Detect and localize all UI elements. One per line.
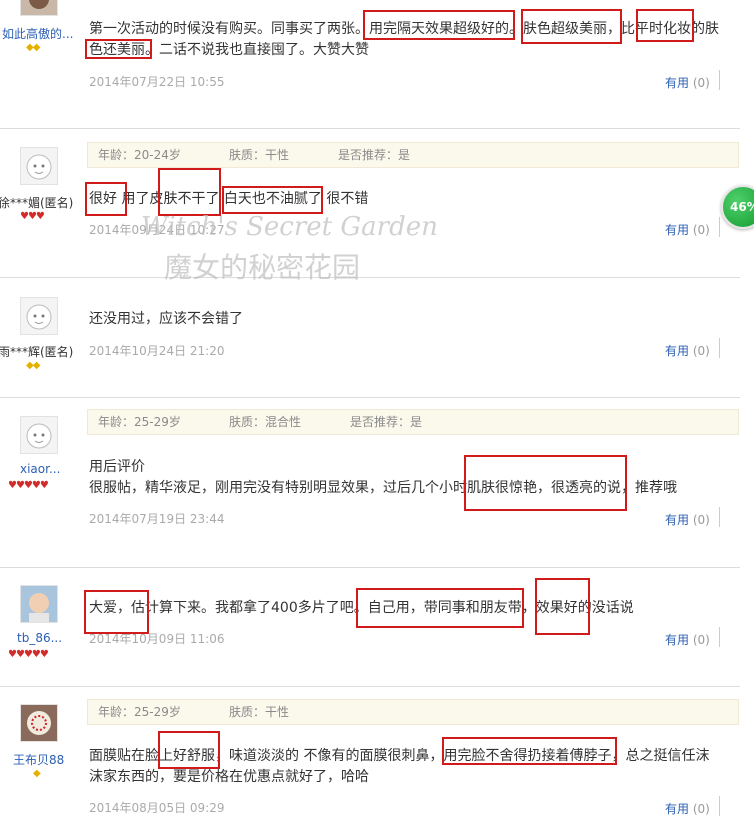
username[interactable]: 如此高傲的... — [2, 25, 73, 42]
progress-badge[interactable]: 46% — [721, 185, 754, 229]
diamond-badge-icon: ◆◆ — [26, 360, 40, 371]
avatar[interactable] — [20, 704, 58, 742]
avatar[interactable] — [20, 0, 58, 16]
heart-badge-icon: ♥♥♥♥♥ — [8, 480, 49, 491]
username[interactable]: tb_86... — [17, 631, 62, 645]
divider — [719, 796, 720, 816]
highlight-box — [158, 731, 220, 769]
useful-button[interactable]: 有用 (0) — [665, 631, 710, 648]
divider — [719, 507, 720, 527]
diamond-badge-icon: ◆ — [33, 768, 41, 779]
username[interactable]: 徐***媚(匿名) — [0, 194, 73, 211]
default-avatar-icon[interactable] — [20, 416, 58, 454]
review-date: 2014年07月19日 23:44 — [89, 512, 225, 526]
useful-button[interactable]: 有用 (0) — [665, 342, 710, 359]
review-meta: 年龄：20-24岁 肤质：干性 是否推荐：是 — [87, 142, 739, 168]
divider — [719, 217, 720, 237]
divider — [719, 338, 720, 358]
divider — [0, 128, 740, 129]
highlight-box — [363, 10, 515, 40]
divider — [0, 567, 740, 568]
username[interactable]: 雨***辉(匿名) — [0, 343, 73, 360]
highlight-box — [222, 186, 323, 214]
diamond-badge-icon: ◆◆ — [26, 42, 40, 53]
useful-button[interactable]: 有用 (0) — [665, 800, 710, 817]
review-date: 2014年09月24日 10:27 — [89, 223, 225, 237]
divider — [0, 686, 740, 687]
heart-badge-icon: ♥♥♥♥♥ — [8, 649, 49, 660]
highlight-box — [356, 588, 524, 628]
highlight-box — [521, 9, 622, 44]
highlight-box — [85, 39, 152, 59]
default-avatar-icon[interactable] — [20, 147, 58, 185]
username[interactable]: 王布贝88 — [13, 751, 64, 768]
useful-button[interactable]: 有用 (0) — [665, 511, 710, 528]
highlight-box — [84, 590, 149, 634]
highlight-box — [85, 182, 127, 216]
review-meta: 年龄：25-29岁 肤质：干性 — [87, 699, 739, 725]
divider — [0, 277, 740, 278]
highlight-box — [464, 455, 627, 511]
avatar[interactable] — [20, 585, 58, 623]
watermark-line2: 魔女的秘密花园 — [164, 251, 360, 284]
review-date: 2014年07月22日 10:55 — [89, 75, 225, 89]
divider — [0, 397, 740, 398]
divider — [719, 70, 720, 90]
review-text: 还没用过，应该不会错了 — [89, 311, 243, 327]
review-date: 2014年10月24日 21:20 — [89, 344, 225, 358]
useful-button[interactable]: 有用 (0) — [665, 221, 710, 238]
useful-button[interactable]: 有用 (0) — [665, 74, 710, 91]
highlight-box — [158, 168, 221, 216]
divider — [719, 627, 720, 647]
highlight-box — [535, 578, 590, 635]
highlight-box — [442, 737, 617, 765]
highlight-box — [636, 9, 694, 42]
heart-badge-icon: ♥♥♥ — [20, 211, 45, 222]
review-date: 2014年08月05日 09:29 — [89, 801, 225, 815]
username[interactable]: xiaor... — [20, 462, 60, 476]
review-meta: 年龄：25-29岁 肤质：混合性 是否推荐：是 — [87, 409, 739, 435]
default-avatar-icon[interactable] — [20, 297, 58, 335]
